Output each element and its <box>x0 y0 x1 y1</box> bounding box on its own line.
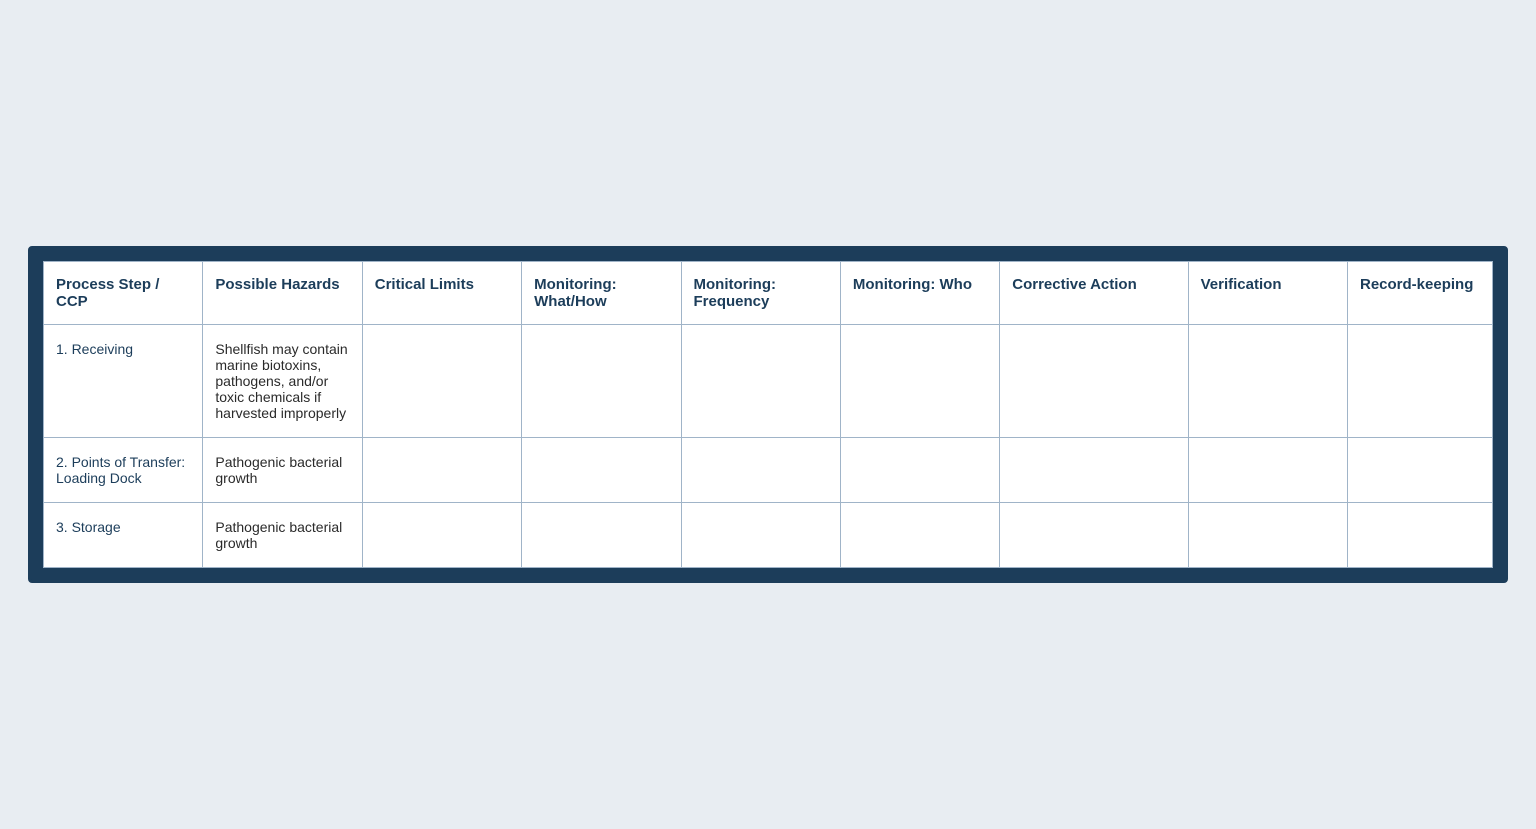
cell-critical-limits <box>362 325 521 438</box>
cell-recordkeeping <box>1348 503 1493 568</box>
cell-monitoring-who <box>840 325 999 438</box>
cell-monitoring-what <box>522 503 681 568</box>
cell-corrective-action <box>1000 325 1188 438</box>
header-monitoring-frequency: Monitoring: Frequency <box>681 262 840 325</box>
cell-possible-hazards: Shellfish may contain marine biotoxins, … <box>203 325 362 438</box>
haccp-table: Process Step / CCP Possible Hazards Crit… <box>43 261 1493 568</box>
table-row: 3. StoragePathogenic bacterial growth <box>44 503 1493 568</box>
cell-monitoring-what <box>522 325 681 438</box>
haccp-table-container: Process Step / CCP Possible Hazards Crit… <box>28 246 1508 583</box>
header-monitoring-who: Monitoring: Who <box>840 262 999 325</box>
header-critical-limits: Critical Limits <box>362 262 521 325</box>
cell-verification <box>1188 325 1347 438</box>
header-possible-hazards: Possible Hazards <box>203 262 362 325</box>
cell-recordkeeping <box>1348 325 1493 438</box>
cell-process-step: 2. Points of Transfer: Loading Dock <box>44 438 203 503</box>
table-header-row: Process Step / CCP Possible Hazards Crit… <box>44 262 1493 325</box>
table-row: 2. Points of Transfer: Loading DockPatho… <box>44 438 1493 503</box>
cell-monitoring-frequency <box>681 325 840 438</box>
cell-critical-limits <box>362 503 521 568</box>
cell-corrective-action <box>1000 503 1188 568</box>
cell-possible-hazards: Pathogenic bacterial growth <box>203 503 362 568</box>
cell-monitoring-frequency <box>681 503 840 568</box>
cell-monitoring-frequency <box>681 438 840 503</box>
header-verification: Verification <box>1188 262 1347 325</box>
cell-critical-limits <box>362 438 521 503</box>
cell-monitoring-who <box>840 438 999 503</box>
header-recordkeeping: Record-keeping <box>1348 262 1493 325</box>
cell-process-step: 3. Storage <box>44 503 203 568</box>
cell-corrective-action <box>1000 438 1188 503</box>
header-monitoring-what: Monitoring: What/How <box>522 262 681 325</box>
cell-monitoring-who <box>840 503 999 568</box>
header-process-step: Process Step / CCP <box>44 262 203 325</box>
cell-process-step: 1. Receiving <box>44 325 203 438</box>
table-row: 1. ReceivingShellfish may contain marine… <box>44 325 1493 438</box>
header-corrective-action: Corrective Action <box>1000 262 1188 325</box>
cell-possible-hazards: Pathogenic bacterial growth <box>203 438 362 503</box>
cell-verification <box>1188 503 1347 568</box>
cell-recordkeeping <box>1348 438 1493 503</box>
cell-monitoring-what <box>522 438 681 503</box>
cell-verification <box>1188 438 1347 503</box>
